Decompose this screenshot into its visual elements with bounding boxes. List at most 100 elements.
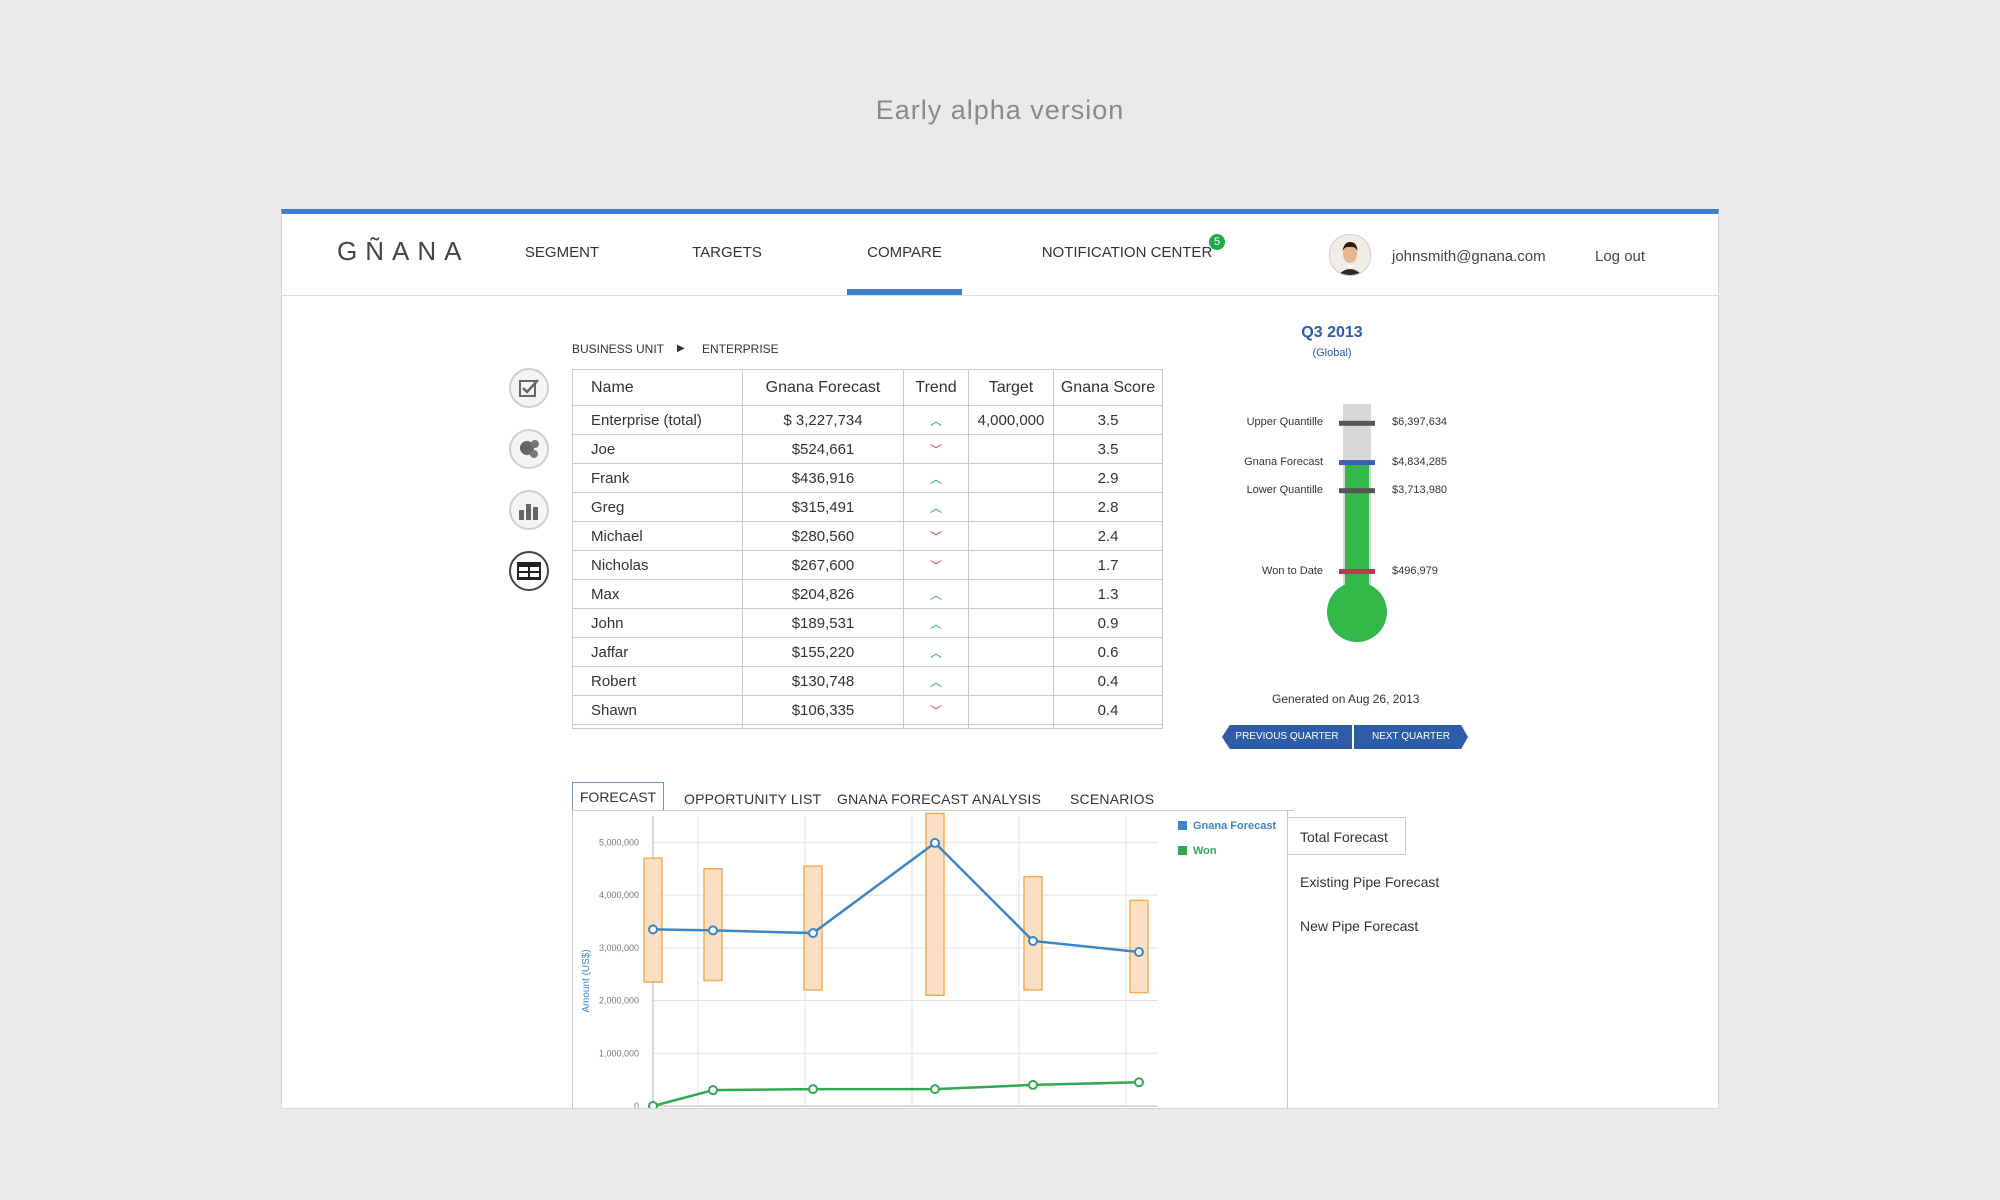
- row-target: [968, 579, 1054, 609]
- row-forecast: $130,748: [742, 666, 904, 696]
- row-name: Michael: [573, 521, 743, 551]
- column-header-name[interactable]: Name: [573, 370, 743, 406]
- trend-down-icon: ﹀: [929, 703, 942, 718]
- row-forecast: $315,491: [742, 492, 904, 522]
- previous-quarter-button[interactable]: PREVIOUS QUARTER: [1222, 725, 1352, 749]
- data-point: [808, 1084, 818, 1095]
- trend-down-icon: ﹀: [929, 558, 942, 573]
- total-forecast-option[interactable]: Total Forecast: [1288, 817, 1406, 855]
- tab-scenarios[interactable]: SCENARIOS: [1070, 791, 1154, 807]
- row-target: [968, 637, 1054, 667]
- row-trend: ︿: [903, 405, 969, 435]
- breadcrumb-business-unit[interactable]: BUSINESS UNIT: [572, 342, 664, 356]
- forecast-range-bar: [643, 857, 663, 983]
- nav-segment[interactable]: SEGMENT: [512, 244, 612, 261]
- y-tick-label: 0: [634, 1101, 639, 1109]
- data-point: [1134, 1077, 1144, 1088]
- new-pipe-forecast-option[interactable]: New Pipe Forecast: [1300, 918, 1418, 934]
- thermometer-marker-label: Upper Quantille: [1246, 416, 1323, 429]
- checkbox-icon: [519, 379, 539, 397]
- row-target: [968, 463, 1054, 493]
- thermometer-fill: [1345, 462, 1369, 594]
- row-target: [968, 521, 1054, 551]
- row-forecast: $106,335: [742, 695, 904, 725]
- forecast-range-bar: [1129, 899, 1149, 994]
- table-row[interactable]: Robert $130,748 ︿ 0.4: [573, 666, 1162, 696]
- column-header-gnana-score[interactable]: Gnana Score: [1053, 370, 1162, 406]
- row-forecast: $280,560: [742, 521, 904, 551]
- row-target: [968, 695, 1054, 725]
- column-header-gnana-forecast[interactable]: Gnana Forecast: [742, 370, 904, 406]
- trend-up-icon: ︿: [929, 587, 942, 602]
- app-window: GÑANA SEGMENT TARGETS COMPARE NOTIFICATI…: [281, 209, 1719, 1109]
- data-point: [1028, 1079, 1038, 1090]
- y-tick-label: 1,000,000: [599, 1048, 639, 1058]
- row-trend: ﹀: [903, 521, 969, 551]
- row-trend: ︿: [903, 637, 969, 667]
- checklist-view-button[interactable]: [509, 368, 549, 408]
- user-email[interactable]: johnsmith@gnana.com: [1392, 248, 1546, 265]
- column-header-target[interactable]: Target: [968, 370, 1054, 406]
- row-trend: ︿: [903, 492, 969, 522]
- avatar[interactable]: [1329, 234, 1371, 276]
- user-avatar-icon: [1330, 235, 1370, 275]
- row-trend: ︿: [903, 666, 969, 696]
- nav-targets[interactable]: TARGETS: [682, 244, 772, 261]
- thermometer-marker-label: Gnana Forecast: [1244, 455, 1323, 468]
- row-name: Jaffar: [573, 637, 743, 667]
- table-row[interactable]: Frank $436,916 ︿ 2.9: [573, 463, 1162, 493]
- bubble-view-button[interactable]: [509, 429, 549, 469]
- table-row[interactable]: Joe $524,661 ﹀ 3.5: [573, 434, 1162, 464]
- table-view-button[interactable]: [509, 551, 549, 591]
- breadcrumb-enterprise[interactable]: ENTERPRISE: [702, 342, 779, 356]
- thermometer-marker-label: Lower Quantille: [1246, 483, 1323, 496]
- row-score: 2.9: [1053, 463, 1162, 493]
- table-row[interactable]: Jaffar $155,220 ︿ 0.6: [573, 637, 1162, 667]
- data-point: [708, 1085, 718, 1096]
- table-row[interactable]: John $189,531 ︿ 0.9: [573, 608, 1162, 638]
- thermometer-marker-value: $3,713,980: [1392, 483, 1448, 496]
- page-banner: Early alpha version: [875, 95, 1125, 125]
- row-forecast: $524,661: [742, 434, 904, 464]
- table-row[interactable]: Shawn $106,335 ﹀ 0.4: [573, 695, 1162, 725]
- row-name: John: [573, 608, 743, 638]
- table-row[interactable]: Max $204,826 ︿ 1.3: [573, 579, 1162, 609]
- thermometer-marker: [1339, 488, 1375, 494]
- logout-link[interactable]: Log out: [1595, 248, 1645, 265]
- thermometer-bulb: [1327, 582, 1387, 642]
- row-target: [968, 666, 1054, 696]
- nav-notification-center[interactable]: NOTIFICATION CENTER: [1032, 244, 1222, 261]
- row-score: 0.9: [1053, 608, 1162, 638]
- row-score: 1.7: [1053, 550, 1162, 580]
- tab-forecast[interactable]: FORECAST: [572, 782, 664, 810]
- next-quarter-button[interactable]: NEXT QUARTER: [1354, 725, 1468, 749]
- row-score: 0.4: [1053, 666, 1162, 696]
- bar-chart-view-button[interactable]: [509, 490, 549, 530]
- table-row-empty: [573, 724, 1162, 728]
- table-header-row: Name Gnana Forecast Trend Target Gnana S…: [573, 370, 1162, 406]
- legend-label: Gnana Forecast: [1193, 820, 1276, 832]
- thermometer-marker-value: $4,834,285: [1392, 455, 1448, 468]
- tab-gnana-forecast-analysis[interactable]: GNANA FORECAST ANALYSIS: [837, 791, 1041, 807]
- table-row[interactable]: Enterprise (total) $ 3,227,734 ︿ 4,000,000 3…: [573, 405, 1162, 435]
- row-target: [968, 434, 1054, 464]
- table-row[interactable]: Nicholas $267,600 ﹀ 1.7: [573, 550, 1162, 580]
- nav-compare[interactable]: COMPARE: [847, 244, 962, 261]
- row-trend: ﹀: [903, 695, 969, 725]
- row-name: Robert: [573, 666, 743, 696]
- table-icon: [517, 562, 541, 580]
- row-trend: ︿: [903, 608, 969, 638]
- data-point: [1134, 947, 1144, 958]
- row-name: Joe: [573, 434, 743, 464]
- row-target: [968, 608, 1054, 638]
- table-row[interactable]: Michael $280,560 ﹀ 2.4: [573, 521, 1162, 551]
- gnana-logo[interactable]: GÑANA: [337, 236, 469, 276]
- column-header-trend[interactable]: Trend: [903, 370, 969, 406]
- existing-pipe-forecast-option[interactable]: Existing Pipe Forecast: [1300, 874, 1439, 890]
- row-score: 0.4: [1053, 695, 1162, 725]
- row-score: 2.4: [1053, 521, 1162, 551]
- tab-opportunity-list[interactable]: OPPORTUNITY LIST: [684, 791, 821, 807]
- notification-badge: 5: [1209, 234, 1225, 250]
- data-point: [648, 924, 658, 935]
- table-row[interactable]: Greg $315,491 ︿ 2.8: [573, 492, 1162, 522]
